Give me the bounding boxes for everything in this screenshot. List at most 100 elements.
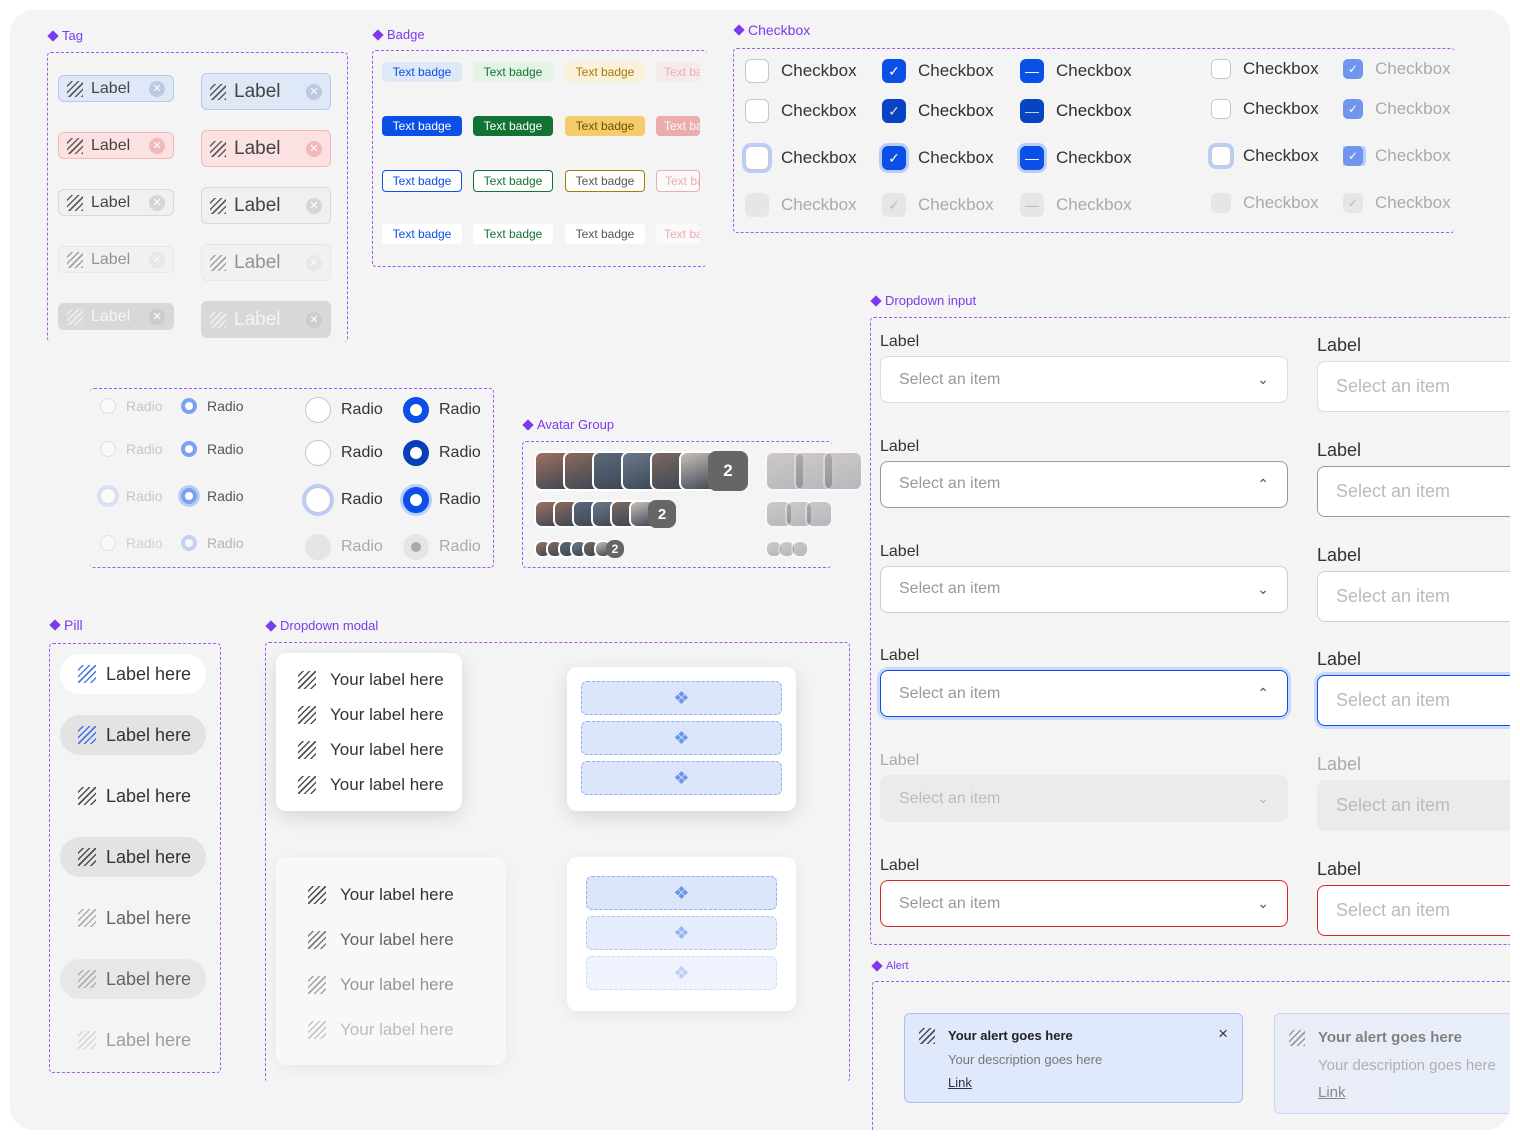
radio-item[interactable]: Radio bbox=[100, 488, 163, 504]
checkbox-item[interactable]: Checkbox bbox=[1211, 59, 1319, 79]
dropdown-select-large[interactable]: Select an item bbox=[1317, 675, 1510, 727]
menu-item[interactable]: Your label here bbox=[298, 670, 444, 690]
checkbox-item[interactable]: Checkbox bbox=[1211, 193, 1319, 213]
menu-item[interactable]: Your label here bbox=[298, 740, 444, 760]
tag[interactable]: Label ✕ bbox=[201, 130, 331, 167]
close-icon[interactable]: ✕ bbox=[149, 194, 165, 211]
pill[interactable]: Label here bbox=[60, 715, 206, 755]
checkbox-box[interactable]: ✓ bbox=[1343, 193, 1363, 213]
radio-item[interactable]: Radio bbox=[181, 488, 244, 504]
checkbox-box[interactable] bbox=[1211, 146, 1231, 166]
menu-item[interactable]: Your label here bbox=[308, 1020, 454, 1040]
radio-button[interactable] bbox=[100, 488, 116, 504]
checkbox-item[interactable]: Checkbox bbox=[745, 193, 857, 217]
radio-item[interactable]: Radio bbox=[403, 534, 481, 560]
checkbox-box[interactable]: ✓ bbox=[882, 99, 906, 123]
radio-button[interactable] bbox=[100, 398, 116, 414]
radio-button[interactable] bbox=[100, 535, 116, 551]
radio-item[interactable]: Radio bbox=[305, 440, 383, 466]
close-icon[interactable]: × bbox=[1218, 1024, 1228, 1044]
radio-button[interactable] bbox=[305, 487, 331, 513]
tag[interactable]: Label ✕ bbox=[201, 301, 331, 338]
tag[interactable]: Label ✕ bbox=[58, 246, 174, 273]
checkbox-item[interactable]: ✓ Checkbox bbox=[882, 146, 994, 170]
radio-button[interactable] bbox=[181, 398, 197, 414]
radio-button[interactable] bbox=[305, 534, 331, 560]
checkbox-item[interactable]: ✓ Checkbox bbox=[1343, 193, 1455, 213]
checkbox-item[interactable]: — Checkbox bbox=[1020, 193, 1132, 217]
close-icon[interactable]: ✕ bbox=[149, 80, 165, 97]
checkbox-box[interactable]: ✓ bbox=[882, 59, 906, 83]
checkbox-box[interactable]: ✓ bbox=[882, 146, 906, 170]
close-icon[interactable]: ✕ bbox=[306, 254, 322, 271]
radio-button[interactable] bbox=[181, 535, 197, 551]
alert-link[interactable]: Link bbox=[1318, 1084, 1346, 1101]
checkbox-box[interactable]: ✓ bbox=[1343, 99, 1363, 119]
checkbox-item[interactable]: Checkbox bbox=[1211, 99, 1319, 119]
radio-button[interactable] bbox=[403, 487, 429, 513]
menu-item[interactable]: Your label here bbox=[298, 705, 444, 725]
alert-link[interactable]: Link bbox=[948, 1075, 972, 1090]
close-icon[interactable]: ✕ bbox=[306, 140, 322, 157]
tag[interactable]: Label ✕ bbox=[58, 303, 174, 330]
checkbox-item[interactable]: ✓ Checkbox bbox=[882, 99, 994, 123]
pill[interactable]: Label here bbox=[60, 959, 206, 999]
dropdown-select[interactable]: Select an item ⌄ bbox=[880, 356, 1288, 403]
avatar-count[interactable]: 2 bbox=[708, 451, 748, 491]
dropdown-select[interactable]: Select an item ⌃ bbox=[880, 670, 1288, 718]
checkbox-box[interactable]: — bbox=[1020, 146, 1044, 170]
avatar-count[interactable]: 2 bbox=[606, 540, 624, 558]
pill[interactable]: Label here bbox=[60, 654, 206, 694]
checkbox-box[interactable] bbox=[745, 193, 769, 217]
radio-item[interactable]: Radio bbox=[403, 397, 481, 423]
tag[interactable]: Label ✕ bbox=[201, 244, 331, 281]
checkbox-box[interactable]: — bbox=[1020, 99, 1044, 123]
checkbox-box[interactable] bbox=[745, 99, 769, 123]
tag[interactable]: Label ✕ bbox=[58, 189, 174, 216]
checkbox-item[interactable]: Checkbox bbox=[745, 99, 857, 123]
radio-button[interactable] bbox=[305, 397, 331, 423]
dropdown-select[interactable]: Select an item ⌃ bbox=[880, 460, 1288, 508]
dropdown-select-large[interactable]: Select an item bbox=[1317, 361, 1510, 412]
checkbox-item[interactable]: Checkbox bbox=[1211, 146, 1319, 166]
pill[interactable]: Label here bbox=[60, 898, 206, 938]
checkbox-box[interactable]: — bbox=[1020, 193, 1044, 217]
radio-item[interactable]: Radio bbox=[403, 487, 481, 513]
menu-item[interactable]: Your label here bbox=[308, 885, 454, 905]
close-icon[interactable]: ✕ bbox=[306, 83, 322, 100]
checkbox-item[interactable]: ✓ Checkbox bbox=[1343, 59, 1455, 79]
dropdown-select-large[interactable]: Select an item bbox=[1317, 465, 1510, 517]
menu-item[interactable]: Your label here bbox=[308, 975, 454, 995]
checkbox-box[interactable]: ✓ bbox=[882, 193, 906, 217]
checkbox-item[interactable]: — Checkbox bbox=[1020, 99, 1132, 123]
radio-item[interactable]: Radio bbox=[181, 441, 244, 457]
radio-button[interactable] bbox=[403, 440, 429, 466]
radio-item[interactable]: Radio bbox=[305, 534, 383, 560]
checkbox-box[interactable]: — bbox=[1020, 59, 1044, 83]
tag[interactable]: Label ✕ bbox=[58, 132, 174, 159]
radio-item[interactable]: Radio bbox=[181, 398, 244, 414]
dropdown-select[interactable]: Select an item ⌄ bbox=[880, 565, 1288, 613]
tag[interactable]: Label ✕ bbox=[201, 73, 331, 110]
pill[interactable]: Label here bbox=[60, 837, 206, 877]
dropdown-select-large[interactable]: Select an item bbox=[1317, 885, 1510, 936]
close-icon[interactable]: ✕ bbox=[149, 137, 165, 154]
checkbox-item[interactable]: Checkbox bbox=[745, 59, 857, 83]
checkbox-item[interactable]: ✓ Checkbox bbox=[1343, 99, 1455, 119]
checkbox-box[interactable] bbox=[1211, 59, 1231, 79]
checkbox-item[interactable]: ✓ Checkbox bbox=[882, 193, 994, 217]
radio-button[interactable] bbox=[100, 441, 116, 457]
avatar-count[interactable]: 2 bbox=[648, 500, 676, 528]
checkbox-item[interactable]: — Checkbox bbox=[1020, 146, 1132, 170]
menu-item[interactable]: Your label here bbox=[298, 775, 444, 795]
close-icon[interactable]: ✕ bbox=[306, 311, 322, 328]
radio-button[interactable] bbox=[305, 440, 331, 466]
radio-item[interactable]: Radio bbox=[305, 487, 383, 513]
radio-item[interactable]: Radio bbox=[100, 441, 163, 457]
close-icon[interactable]: ✕ bbox=[149, 251, 165, 268]
radio-item[interactable]: Radio bbox=[100, 398, 163, 414]
menu-item[interactable]: Your label here bbox=[308, 930, 454, 950]
radio-button[interactable] bbox=[181, 441, 197, 457]
checkbox-box[interactable] bbox=[745, 146, 769, 170]
radio-button[interactable] bbox=[181, 488, 197, 504]
